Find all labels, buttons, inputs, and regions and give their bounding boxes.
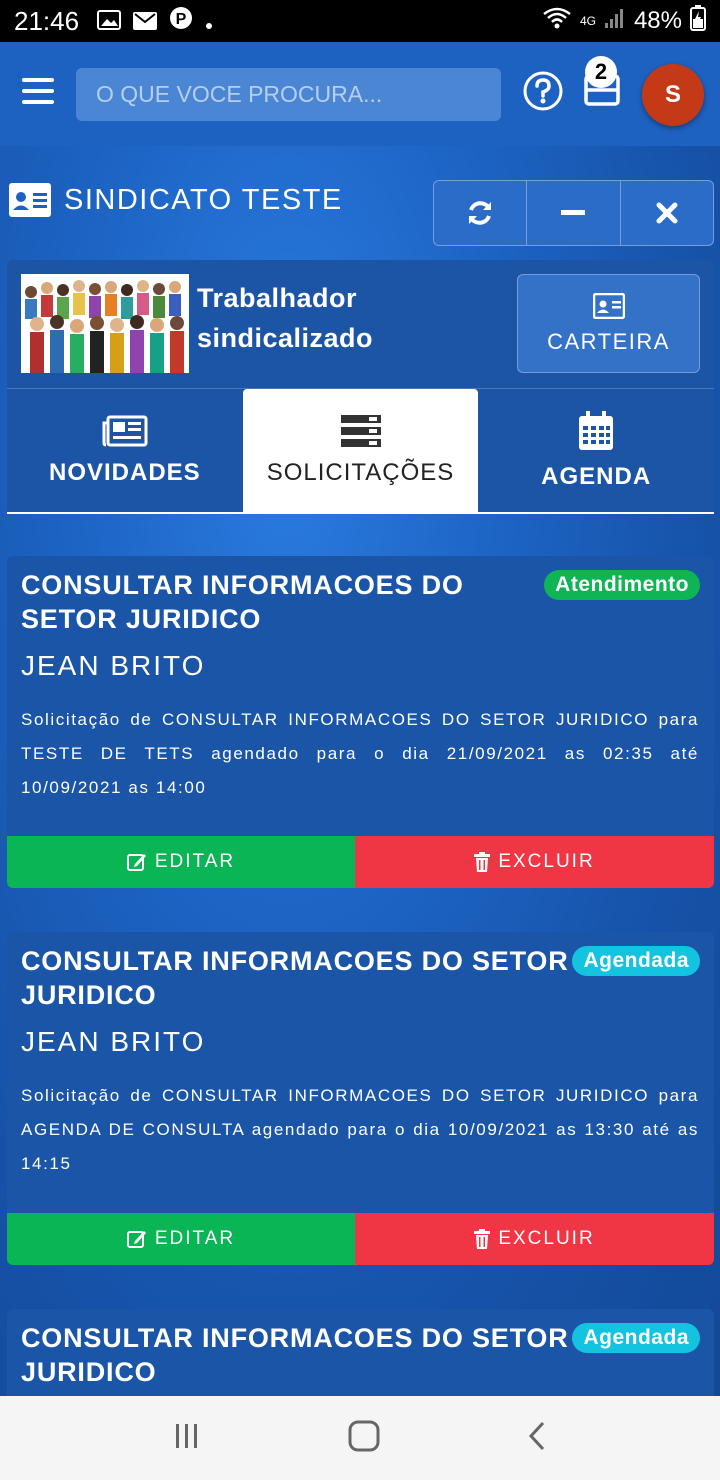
- request-title: CONSULTAR INFORMACOES DO SETOR JURIDICO: [21, 568, 464, 636]
- delete-label: EXCLUIR: [498, 851, 595, 872]
- workers-group-image: [21, 274, 189, 373]
- request-title-line2: JURIDICO: [21, 980, 157, 1010]
- tab-bar: NOVIDADES SOLICITAÇÕES AGENDA: [7, 388, 714, 514]
- search-input[interactable]: [76, 68, 501, 121]
- gallery-icon: [97, 6, 122, 37]
- request-title-line1: CONSULTAR INFORMACOES DO SETOR: [21, 946, 569, 976]
- request-person: JEAN BRITO: [21, 650, 206, 681]
- delete-label: EXCLUIR: [498, 1228, 595, 1249]
- refresh-button[interactable]: [434, 181, 528, 245]
- request-title: CONSULTAR INFORMACOES DO SETOR JURIDICO: [21, 944, 569, 1012]
- calendar-icon: [579, 410, 614, 450]
- minimize-button[interactable]: [527, 181, 621, 245]
- status-badge: Agendada: [572, 946, 700, 976]
- membership-card-button[interactable]: CARTEIRA: [517, 274, 700, 373]
- trash-icon: [474, 852, 491, 872]
- id-card-icon: [9, 183, 51, 217]
- request-description: Solicitação de CONSULTAR INFORMACOES DO …: [21, 1086, 699, 1173]
- trash-icon: [474, 1229, 491, 1249]
- request-title-line2: JURIDICO: [21, 1357, 157, 1387]
- back-icon: [528, 1421, 544, 1450]
- membership-card-label: CARTEIRA: [547, 328, 670, 354]
- help-icon[interactable]: [522, 70, 564, 112]
- battery-level: 48%: [633, 7, 682, 34]
- tab-agenda[interactable]: AGENDA: [478, 389, 714, 512]
- request-card: CONSULTAR INFORMACOES DO SETOR JURIDICO …: [7, 932, 714, 1265]
- section-header: SINDICATO TESTE: [8, 180, 343, 220]
- refresh-icon: [469, 201, 492, 225]
- section-actions: [433, 180, 714, 246]
- delete-button[interactable]: EXCLUIR: [355, 1213, 714, 1265]
- signal-icon: [604, 7, 626, 36]
- dot-icon: [205, 6, 213, 37]
- edit-button[interactable]: EDITAR: [7, 1213, 355, 1265]
- server-icon: [340, 414, 381, 447]
- tab-novidades[interactable]: NOVIDADES: [7, 389, 243, 512]
- request-card: CONSULTAR INFORMACOES DO SETOR JURIDICO …: [7, 1309, 714, 1396]
- tab-solicitacoes-label: SOLICITAÇÕES: [266, 458, 455, 486]
- request-title-line1: CONSULTAR INFORMACOES DO SETOR: [21, 1323, 569, 1353]
- member-type-line1: Trabalhador: [197, 283, 358, 313]
- mail-icon: [133, 6, 158, 37]
- minus-icon: [561, 210, 586, 215]
- tab-agenda-label: AGENDA: [541, 462, 652, 490]
- wifi-icon: [542, 6, 572, 37]
- battery-charging-icon: [690, 4, 706, 38]
- status-badge: Atendimento: [544, 570, 700, 600]
- newspaper-icon: [102, 415, 148, 446]
- status-bar: 21:46 P 4G 48%: [0, 0, 720, 42]
- request-description: Solicitação de CONSULTAR INFORMACOES DO …: [21, 710, 699, 797]
- edit-icon: [126, 1231, 146, 1248]
- status-badge: Agendada: [572, 1323, 700, 1353]
- user-avatar[interactable]: S: [642, 64, 704, 126]
- svg-text:P: P: [176, 11, 187, 28]
- edit-label: EDITAR: [154, 1228, 236, 1249]
- section-title: SINDICATO TESTE: [64, 183, 343, 216]
- edit-icon: [126, 854, 146, 871]
- member-type: Trabalhador sindicalizado: [197, 278, 417, 358]
- request-title-line2: SETOR JURIDICO: [21, 604, 262, 634]
- request-actions: EDITAR EXCLUIR: [7, 836, 714, 888]
- recent-apps-icon: [176, 1423, 198, 1448]
- request-title-line1: CONSULTAR INFORMACOES DO: [21, 570, 464, 600]
- app-bar: 2 S: [0, 42, 720, 146]
- tab-solicitacoes[interactable]: SOLICITAÇÕES: [242, 389, 479, 512]
- close-button[interactable]: [621, 181, 713, 245]
- back-button[interactable]: [527, 1420, 547, 1457]
- edit-button[interactable]: EDITAR: [7, 836, 355, 888]
- request-person: JEAN BRITO: [21, 1026, 206, 1057]
- delete-button[interactable]: EXCLUIR: [355, 836, 714, 888]
- close-icon: [656, 202, 678, 224]
- recent-apps-button[interactable]: [173, 1422, 201, 1455]
- home-button[interactable]: [348, 1420, 380, 1457]
- member-type-line2: sindicalizado: [197, 323, 374, 353]
- notification-count-badge: 2: [585, 56, 617, 88]
- request-actions: EDITAR EXCLUIR: [7, 1213, 714, 1265]
- request-title: CONSULTAR INFORMACOES DO SETOR JURIDICO: [21, 1321, 569, 1389]
- request-card: CONSULTAR INFORMACOES DO SETOR JURIDICO …: [7, 556, 714, 888]
- home-icon: [348, 1420, 380, 1451]
- status-time: 21:46: [14, 5, 80, 36]
- tab-novidades-label: NOVIDADES: [48, 458, 201, 486]
- pinterest-icon: P: [169, 6, 193, 37]
- system-nav-bar: [0, 1396, 720, 1480]
- id-card-icon: [592, 292, 625, 319]
- profile-card: Trabalhador sindicalizado CARTEIRA NOVID…: [7, 260, 714, 514]
- network-type: 4G: [579, 14, 596, 28]
- edit-label: EDITAR: [154, 851, 236, 872]
- hamburger-menu-icon[interactable]: [22, 78, 54, 104]
